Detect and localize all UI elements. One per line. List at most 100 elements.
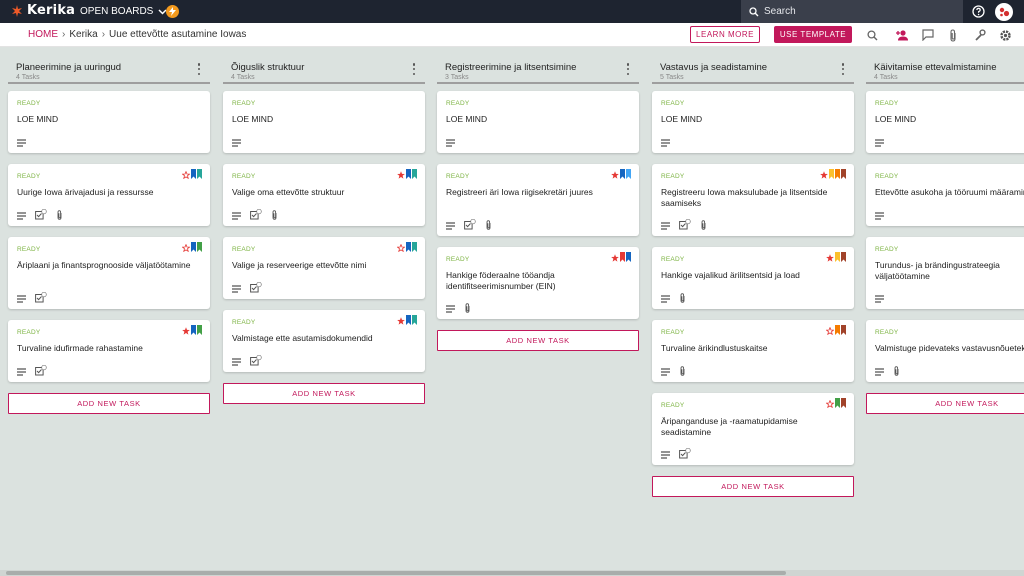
task-card[interactable]: READY Valmistuge pidevateks vastavusnõuet…	[866, 320, 1024, 382]
task-title[interactable]: Uurige Iowa ärivajadusi ja ressursse	[17, 187, 199, 198]
task-title[interactable]: Turundus- ja brändingustrateegia väljatö…	[875, 260, 1024, 281]
task-icons	[17, 363, 47, 381]
description-icon	[661, 217, 670, 235]
attachment-icon[interactable]	[946, 28, 960, 42]
user-avatar[interactable]	[995, 3, 1013, 21]
task-title[interactable]: Hankige vajalikud ärilitsentsid ja load	[661, 270, 843, 281]
column-menu-icon[interactable]	[840, 63, 846, 75]
attachment-icon	[271, 207, 278, 225]
task-card[interactable]: READY Turvaline idufirmade rahastamine	[8, 320, 210, 382]
help-icon[interactable]	[972, 5, 985, 18]
task-title[interactable]: Hankige föderaalne tööandja identifitsee…	[446, 270, 628, 291]
scrollbar-thumb[interactable]	[6, 571, 786, 575]
task-tags	[397, 312, 417, 330]
column-task-count: 4 Tasks	[874, 74, 898, 81]
task-title[interactable]: Turvaline idufirmade rahastamine	[17, 343, 199, 354]
task-title[interactable]: LOE MIND	[661, 114, 843, 125]
task-card[interactable]: READY LOE MIND	[866, 91, 1024, 153]
column-menu-icon[interactable]	[196, 63, 202, 75]
task-title[interactable]: LOE MIND	[446, 114, 628, 125]
notifications-bolt-icon[interactable]	[166, 5, 179, 18]
task-tags	[396, 239, 417, 257]
task-card[interactable]: READY Äripanganduse ja -raamatupidamise s…	[652, 393, 854, 465]
column-title[interactable]: Planeerimine ja uuringud	[16, 58, 210, 73]
attachment-icon	[700, 217, 707, 235]
add-new-task-button[interactable]: ADD NEW TASK	[223, 383, 425, 404]
priority-star-icon	[181, 239, 191, 257]
task-title[interactable]: Äripanganduse ja -raamatupidamise seadis…	[661, 416, 843, 437]
column-title[interactable]: Registreerimine ja litsentsimine	[445, 58, 639, 73]
add-person-icon[interactable]	[895, 28, 909, 42]
task-title[interactable]: Registreeri äri Iowa riigisekretäri juur…	[446, 187, 628, 198]
task-icons	[661, 217, 707, 235]
task-card[interactable]: READY LOE MIND	[8, 91, 210, 153]
tag-orange-icon	[835, 322, 840, 340]
use-template-button[interactable]: USE TEMPLATE	[774, 26, 852, 43]
wrench-icon[interactable]	[973, 28, 987, 42]
add-new-task-button[interactable]: ADD NEW TASK	[8, 393, 210, 414]
task-status: READY	[661, 402, 685, 409]
task-icons	[875, 363, 900, 381]
kerika-logo-icon	[12, 4, 22, 17]
task-card[interactable]: READY Valige ja reserveerige ettevõtte ni…	[223, 237, 425, 299]
task-card[interactable]: READY Registreeri äri Iowa riigisekretäri…	[437, 164, 639, 236]
kerika-logo[interactable]: Kerika	[10, 3, 75, 18]
search-box[interactable]	[741, 0, 963, 23]
task-card[interactable]: READY Hankige föderaalne tööandja identif…	[437, 247, 639, 319]
column-menu-icon[interactable]	[411, 63, 417, 75]
task-card[interactable]: READY Hankige vajalikud ärilitsentsid ja …	[652, 247, 854, 309]
description-icon	[446, 134, 455, 152]
task-card[interactable]: READY Registreeru Iowa maksulubade ja lit…	[652, 164, 854, 236]
task-title[interactable]: Registreeru Iowa maksulubade ja litsents…	[661, 187, 843, 208]
task-icons	[232, 134, 241, 152]
task-card[interactable]: READY Turvaline ärikindlustuskaitse	[652, 320, 854, 382]
task-card[interactable]: READY Ettevõtte asukoha ja tööruumi määra…	[866, 164, 1024, 226]
add-new-task-button[interactable]: ADD NEW TASK	[437, 330, 639, 351]
breadcrumb-item-account[interactable]: Kerika	[69, 29, 97, 40]
task-title[interactable]: LOE MIND	[875, 114, 1024, 125]
search-input[interactable]	[764, 6, 944, 17]
column-menu-icon[interactable]	[625, 63, 631, 75]
task-icons	[875, 134, 884, 152]
task-card[interactable]: READY Valmistage ette asutamisdokumendid	[223, 310, 425, 372]
task-title[interactable]: Valmistage ette asutamisdokumendid	[232, 333, 414, 344]
task-card[interactable]: READY LOE MIND	[437, 91, 639, 153]
horizontal-scrollbar[interactable]	[0, 570, 1024, 576]
task-card[interactable]: READY LOE MIND	[652, 91, 854, 153]
task-card[interactable]: READY LOE MIND	[223, 91, 425, 153]
add-new-task-button[interactable]: ADD NEW TASK	[652, 476, 854, 497]
task-card[interactable]: READY Turundus- ja brändingustrateegia vä…	[866, 237, 1024, 309]
chat-icon[interactable]	[921, 28, 935, 42]
priority-star-icon	[611, 166, 619, 184]
open-boards-menu[interactable]: OPEN BOARDS	[80, 6, 167, 17]
task-title[interactable]: Valige ja reserveerige ettevõtte nimi	[232, 260, 414, 271]
task-card[interactable]: READY Äriplaani ja finantsprognooside väl…	[8, 237, 210, 309]
search-icon[interactable]	[865, 28, 879, 42]
chevron-right-icon: ›	[62, 29, 66, 40]
add-new-task-button[interactable]: ADD NEW TASK	[866, 393, 1024, 414]
column-title[interactable]: Vastavus ja seadistamine	[660, 58, 854, 73]
chevron-right-icon: ›	[101, 29, 106, 40]
column-title[interactable]: Õiguslik struktuur	[231, 58, 425, 73]
task-icons	[446, 300, 471, 318]
task-title[interactable]: Äriplaani ja finantsprognooside väljatöö…	[17, 260, 199, 271]
task-icons	[17, 290, 47, 308]
task-title[interactable]: Valige oma ettevõtte struktuur	[232, 187, 414, 198]
breadcrumb-item-board: Uue ettevõtte asutamine Iowas	[109, 29, 247, 40]
settings-icon[interactable]	[998, 28, 1012, 42]
column-title[interactable]: Käivitamise ettevalmistamine	[874, 58, 1024, 73]
attachment-icon	[464, 300, 471, 318]
task-card[interactable]: READY Valige oma ettevõtte struktuur	[223, 164, 425, 226]
breadcrumb-home[interactable]: HOME	[28, 29, 58, 40]
task-title[interactable]: LOE MIND	[17, 114, 199, 125]
task-title[interactable]: Ettevõtte asukoha ja tööruumi määramine	[875, 187, 1024, 198]
top-bar: Kerika OPEN BOARDS	[0, 0, 1024, 23]
task-title[interactable]: Valmistuge pidevateks vastavusnõueteks	[875, 343, 1024, 354]
task-title[interactable]: LOE MIND	[232, 114, 414, 125]
task-tags	[181, 239, 202, 257]
task-status: READY	[446, 173, 470, 180]
task-title[interactable]: Turvaline ärikindlustuskaitse	[661, 343, 843, 354]
tag-green-icon	[197, 239, 202, 257]
learn-more-button[interactable]: LEARN MORE	[690, 26, 760, 43]
task-card[interactable]: READY Uurige Iowa ärivajadusi ja ressurss…	[8, 164, 210, 226]
